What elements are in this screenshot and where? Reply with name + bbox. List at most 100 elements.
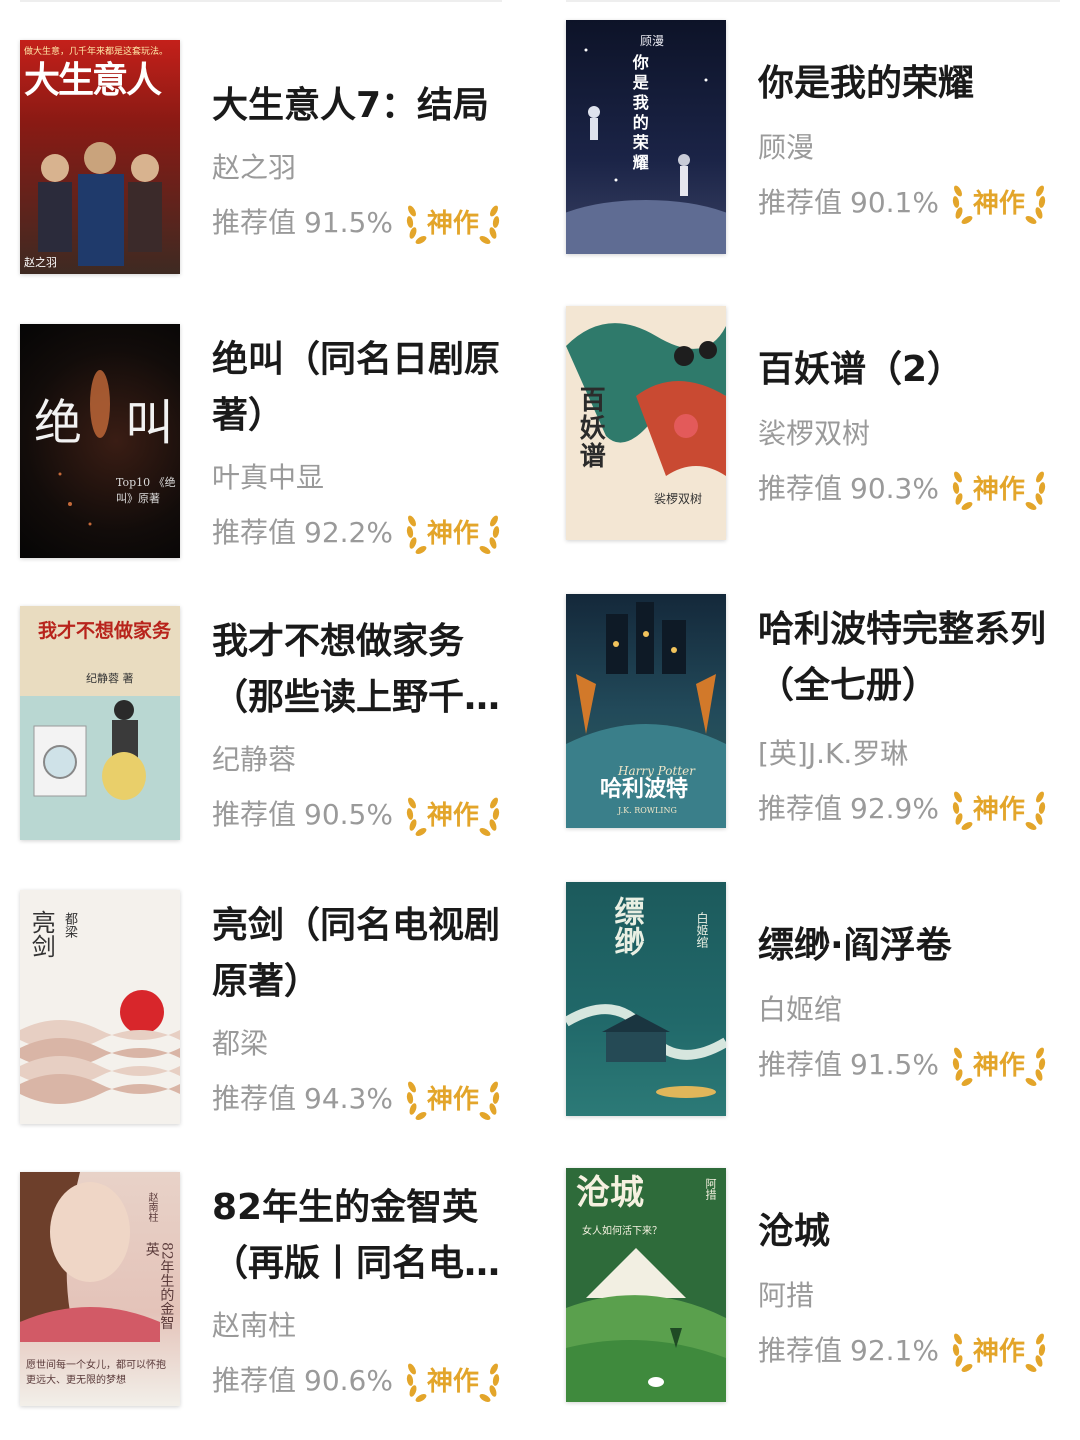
- book-info: 哈利波特完整系列（全七册） [英]J.K.罗琳 推荐值 92.9% 神作: [758, 594, 1058, 844]
- badge-label: 神作: [972, 795, 1025, 825]
- badge-label: 神作: [426, 209, 479, 239]
- top-divider-left: [20, 0, 502, 2]
- book-info: 82年生的金智英（再版丨同名电影原著） 赵南柱 推荐值90.6% 神作: [212, 1172, 512, 1422]
- book-title[interactable]: 缥缈·阎浮卷: [758, 918, 1058, 974]
- book-author[interactable]: 阿措: [758, 1274, 814, 1314]
- rating-prefix: 推荐值: [212, 1364, 297, 1397]
- book-cover[interactable]: 绝 叫 Top10 《绝叫》原著: [20, 324, 180, 558]
- rating-value: 92.9%: [850, 792, 939, 825]
- book-title[interactable]: 沧城: [758, 1204, 1058, 1260]
- book-author[interactable]: 白姬绾: [758, 988, 842, 1028]
- cover-tagline: 愿世间每一个女儿，都可以怀抱更远大、更无限的梦想: [26, 1360, 166, 1386]
- book-cover[interactable]: 顾漫 你是我的荣耀: [566, 20, 726, 254]
- book-cover[interactable]: 做大生意，几千年来都是这套玩法。 大生意人 赵之羽: [20, 40, 180, 274]
- rating-value: 90.1%: [850, 186, 939, 219]
- book-rating: 推荐值 92.2% 神作: [212, 510, 502, 558]
- cover-art: [38, 142, 162, 266]
- book-author[interactable]: 纪静蓉: [212, 738, 296, 778]
- book-info: 缥缈·阎浮卷 白姬绾 推荐值 91.5% 神作: [758, 882, 1058, 1132]
- book-card[interactable]: 亮剑 都梁 亮剑（同名电视剧原著） 都梁 推荐值 94.3% 神作: [20, 890, 540, 1140]
- book-author[interactable]: 顾漫: [758, 126, 814, 166]
- book-rating: 推荐值 90.3% 神作: [758, 466, 1048, 514]
- cover-art: [566, 48, 726, 254]
- rating-value: 92.2%: [304, 516, 393, 549]
- masterpiece-badge: 神作: [950, 177, 1048, 225]
- book-info: 我才不想做家务（那些读上野千鹤子的女人） 纪静蓉 推荐值90.5% 神作: [212, 606, 512, 856]
- cover-art: [20, 696, 180, 840]
- book-cover[interactable]: 缥缈 白姬绾: [566, 882, 726, 1116]
- book-info: 大生意人7：结局 赵之羽 推荐值 91.5% 神作: [212, 40, 512, 290]
- cover-author: 赵之羽: [24, 256, 57, 269]
- book-cover[interactable]: 沧城 阿措 女人如何活下来？: [566, 1168, 726, 1402]
- rating-value: 92.1%: [850, 1334, 939, 1367]
- masterpiece-badge: 神作: [404, 197, 502, 245]
- book-author[interactable]: 裟椤双树: [758, 412, 870, 452]
- book-rating: 推荐值 92.1% 神作: [758, 1328, 1048, 1376]
- rating-prefix: 推荐值: [758, 1048, 843, 1081]
- book-author[interactable]: 赵南柱: [212, 1304, 296, 1344]
- rating-value: 94.3%: [304, 1082, 393, 1115]
- cover-title: 百妖谱: [575, 386, 606, 470]
- book-cover[interactable]: 亮剑 都梁: [20, 890, 180, 1124]
- masterpiece-badge: 神作: [404, 507, 502, 555]
- book-author[interactable]: 都梁: [212, 1022, 268, 1062]
- cover-author: 裟椤双树: [654, 492, 703, 506]
- cover-art: [20, 990, 180, 1104]
- book-info: 百妖谱（2） 裟椤双树 推荐值 90.3% 神作: [758, 306, 1058, 556]
- cover-author: Top10 《绝叫》原著: [116, 476, 176, 505]
- book-title[interactable]: 百妖谱（2）: [758, 342, 1058, 398]
- book-title[interactable]: 绝叫（同名日剧原著）: [212, 332, 512, 444]
- book-info: 你是我的荣耀 顾漫 推荐值 90.1% 神作: [758, 20, 1058, 270]
- rating-prefix: 推荐值: [758, 186, 843, 219]
- book-cover[interactable]: 百妖谱 裟椤双树: [566, 306, 726, 540]
- masterpiece-badge: 神作: [950, 1325, 1048, 1373]
- book-card[interactable]: 绝 叫 Top10 《绝叫》原著 绝叫（同名日剧原著） 叶真中显 推荐值 92.2…: [20, 324, 540, 574]
- rating-value: 90.3%: [850, 472, 939, 505]
- book-card[interactable]: 顾漫 你是我的荣耀 你是我的荣耀 顾漫 推荐值 90.1% 神作: [566, 20, 1080, 270]
- badge-label: 神作: [426, 519, 479, 549]
- masterpiece-badge: 神作: [950, 783, 1048, 831]
- book-title[interactable]: 82年生的金智英（再版丨同名电影原著）: [212, 1180, 512, 1292]
- book-title[interactable]: 你是我的荣耀: [758, 56, 1058, 112]
- book-card[interactable]: 我才不想做家务 纪静蓉 著 我才不想做家务（那些读上野千鹤子的女人） 纪静蓉 推…: [20, 606, 540, 856]
- book-card[interactable]: 缥缈 白姬绾 缥缈·阎浮卷 白姬绾 推荐值 91.5% 神作: [566, 882, 1080, 1132]
- book-cover[interactable]: Harry Potter 哈利波特 J.K. ROWLING: [566, 594, 726, 828]
- rating-value: 91.5%: [850, 1048, 939, 1081]
- masterpiece-badge: 神作: [404, 1073, 502, 1121]
- badge-label: 神作: [972, 189, 1025, 219]
- rating-prefix: 推荐值: [212, 798, 297, 831]
- book-author[interactable]: [英]J.K.罗琳: [758, 732, 908, 772]
- cover-art: [58, 370, 110, 526]
- book-rating: 推荐值 91.5% 神作: [212, 200, 502, 248]
- book-card[interactable]: Harry Potter 哈利波特 J.K. ROWLING 哈利波特完整系列（…: [566, 594, 1080, 844]
- book-title[interactable]: 我才不想做家务（那些读上野千鹤子的女人）: [212, 614, 512, 726]
- book-rating: 推荐值 90.1% 神作: [758, 180, 1048, 228]
- book-card[interactable]: 沧城 阿措 女人如何活下来？ 沧城 阿措 推荐值 92.1% 神作: [566, 1168, 1080, 1418]
- book-title[interactable]: 大生意人7：结局: [212, 78, 512, 134]
- rating-prefix: 推荐值: [758, 1334, 843, 1367]
- book-rating: 推荐值 94.3% 神作: [212, 1076, 502, 1124]
- cover-author: J.K. ROWLING: [618, 806, 677, 815]
- book-rating: 推荐值 90.5% 神作: [212, 792, 502, 840]
- top-divider-right: [566, 0, 1060, 2]
- book-title[interactable]: 亮剑（同名电视剧原著）: [212, 898, 512, 1010]
- cover-author: 赵南柱: [146, 1192, 157, 1222]
- cover-title: 82年生的金智英: [143, 1242, 175, 1330]
- masterpiece-badge: 神作: [404, 789, 502, 837]
- book-cover[interactable]: 我才不想做家务 纪静蓉 著: [20, 606, 180, 840]
- book-title[interactable]: 哈利波特完整系列（全七册）: [758, 602, 1058, 714]
- cover-title: 哈利波特: [600, 776, 689, 802]
- book-card[interactable]: 做大生意，几千年来都是这套玩法。 大生意人 赵之羽 大生意人7：结局 赵之羽 推…: [20, 40, 540, 290]
- book-author[interactable]: 赵之羽: [212, 146, 296, 186]
- book-author[interactable]: 叶真中显: [212, 456, 324, 496]
- rating-value: 91.5%: [304, 206, 393, 239]
- cover-art: [566, 1004, 726, 1098]
- book-cover[interactable]: 82年生的金智英 赵南柱 愿世间每一个女儿，都可以怀抱更远大、更无限的梦想: [20, 1172, 180, 1406]
- rating-prefix: 推荐值: [758, 792, 843, 825]
- rating-prefix: 推荐值: [212, 206, 297, 239]
- badge-label: 神作: [426, 1367, 479, 1397]
- book-card[interactable]: 百妖谱 裟椤双树 百妖谱（2） 裟椤双树 推荐值 90.3% 神作: [566, 306, 1080, 556]
- book-card[interactable]: 82年生的金智英 赵南柱 愿世间每一个女儿，都可以怀抱更远大、更无限的梦想 82…: [20, 1172, 540, 1422]
- rating-prefix: 推荐值: [758, 472, 843, 505]
- masterpiece-badge: 神作: [950, 463, 1048, 511]
